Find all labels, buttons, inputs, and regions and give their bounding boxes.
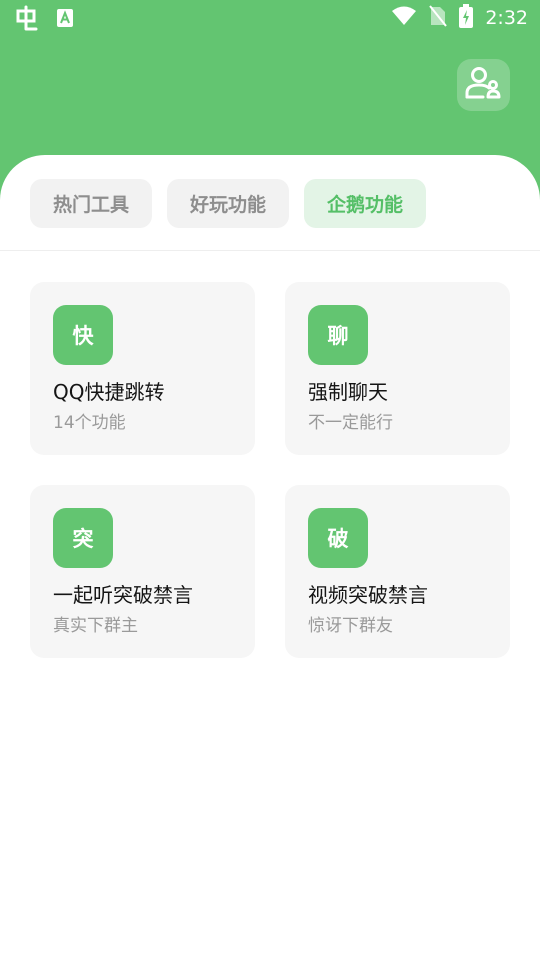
tools-grid: 快 QQ快捷跳转 14个功能 聊 强制聊天 不一定能行 突 一起听突破禁言 真实…	[30, 282, 510, 658]
tool-subtitle: 14个功能	[53, 413, 126, 433]
tool-badge: 突	[53, 508, 113, 568]
tool-badge: 破	[308, 508, 368, 568]
tab-penguin-features[interactable]: 企鹅功能	[304, 179, 427, 228]
battery-charging-icon	[459, 4, 474, 32]
tool-subtitle: 真实下群主	[53, 616, 138, 636]
tab-fun-features[interactable]: 好玩功能	[167, 179, 290, 228]
content-card: 热门工具 好玩功能 企鹅功能 快 QQ快捷跳转 14个功能 聊 强制聊天 不一定…	[0, 155, 540, 960]
status-time: 2:32	[485, 7, 528, 29]
profile-button[interactable]	[457, 59, 510, 111]
tool-card-qq-shortcut[interactable]: 快 QQ快捷跳转 14个功能	[30, 282, 255, 455]
app-logo-icon	[14, 5, 40, 35]
tool-card-video-unmute[interactable]: 破 视频突破禁言 惊讶下群友	[285, 485, 510, 658]
tool-badge: 聊	[308, 305, 368, 365]
tool-title: QQ快捷跳转	[53, 380, 165, 404]
translate-a-icon	[56, 8, 74, 32]
no-sim-icon	[429, 5, 448, 31]
category-tabs: 热门工具 好玩功能 企鹅功能	[30, 179, 427, 228]
tool-title: 视频突破禁言	[308, 583, 428, 607]
users-icon	[464, 63, 504, 107]
status-bar: 2:32	[0, 0, 540, 36]
tool-subtitle: 惊讶下群友	[308, 616, 393, 636]
tool-title: 一起听突破禁言	[53, 583, 193, 607]
wifi-icon	[391, 6, 417, 30]
tool-subtitle: 不一定能行	[308, 413, 393, 433]
tool-card-listen-together-unmute[interactable]: 突 一起听突破禁言 真实下群主	[30, 485, 255, 658]
tool-card-force-chat[interactable]: 聊 强制聊天 不一定能行	[285, 282, 510, 455]
tabs-divider	[0, 250, 540, 251]
tool-title: 强制聊天	[308, 380, 388, 404]
tool-badge: 快	[53, 305, 113, 365]
tab-hot-tools[interactable]: 热门工具	[30, 179, 153, 228]
